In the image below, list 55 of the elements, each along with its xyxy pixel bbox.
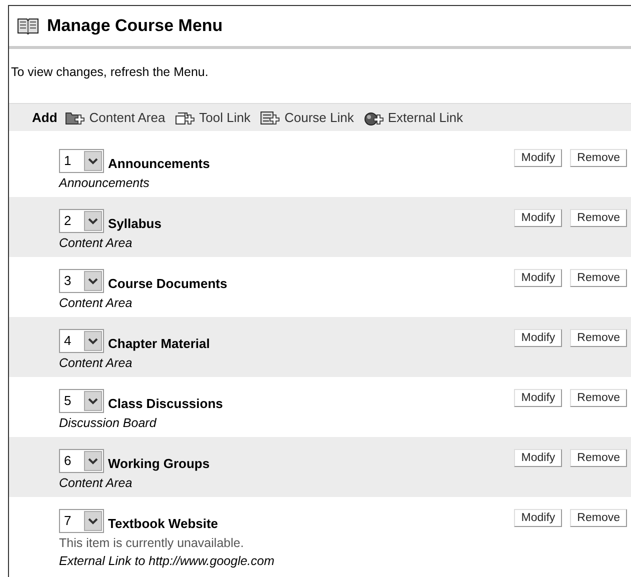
add-label: Add <box>32 108 58 127</box>
modify-button[interactable]: Modify <box>514 449 562 467</box>
modify-button[interactable]: Modify <box>514 329 562 347</box>
menu-item-type: Content Area <box>59 476 132 490</box>
remove-button[interactable]: Remove <box>570 209 627 227</box>
remove-button[interactable]: Remove <box>570 329 627 347</box>
chevron-down-icon <box>88 278 98 284</box>
menu-item-type: External Link to http://www.google.com <box>59 554 274 568</box>
menu-item-name: Working Groups <box>108 455 210 473</box>
menu-item-name: Syllabus <box>108 215 162 233</box>
position-dropdown[interactable]: 1 <box>59 149 104 173</box>
book-icon <box>17 17 39 35</box>
add-course-link[interactable]: Course Link <box>260 108 354 128</box>
menu-item-type: Content Area <box>59 236 132 250</box>
menu-item-name: Class Discussions <box>108 395 223 413</box>
chevron-down-icon <box>88 398 98 404</box>
remove-button[interactable]: Remove <box>570 149 627 167</box>
menu-item-type: Discussion Board <box>59 416 156 430</box>
modify-button[interactable]: Modify <box>514 269 562 287</box>
add-globe-link[interactable]: External Link <box>364 108 464 128</box>
chevron-down-icon <box>88 158 98 164</box>
remove-button[interactable]: Remove <box>570 269 627 287</box>
menu-item-type: Content Area <box>59 356 132 370</box>
remove-button[interactable]: Remove <box>570 389 627 407</box>
modify-button[interactable]: Modify <box>514 149 562 167</box>
position-dropdown[interactable]: 3 <box>59 269 104 293</box>
instruction-text: To view changes, refresh the Menu. <box>11 65 208 79</box>
modify-button[interactable]: Modify <box>514 389 562 407</box>
menu-item-type: Content Area <box>59 296 132 310</box>
menu-item-type: Announcements <box>59 176 150 190</box>
remove-button[interactable]: Remove <box>570 509 627 527</box>
position-dropdown[interactable]: 2 <box>59 209 104 233</box>
chevron-down-icon <box>88 518 98 524</box>
page-title: Manage Course Menu <box>47 15 223 38</box>
menu-item-name: Announcements <box>108 155 210 173</box>
menu-item-name: Chapter Material <box>108 335 210 353</box>
chevron-down-icon <box>88 338 98 344</box>
folder-plus-icon <box>65 110 86 126</box>
add-tool-link[interactable]: Tool Link <box>175 108 250 128</box>
position-dropdown[interactable]: 6 <box>59 449 104 473</box>
menu-item-name: Course Documents <box>108 275 228 293</box>
modify-button[interactable]: Modify <box>514 509 562 527</box>
document-plus-icon <box>260 110 280 126</box>
availability-note: This item is currently unavailable. <box>59 536 244 550</box>
position-dropdown[interactable]: 4 <box>59 329 104 353</box>
remove-button[interactable]: Remove <box>570 449 627 467</box>
chevron-down-icon <box>88 458 98 464</box>
modify-button[interactable]: Modify <box>514 209 562 227</box>
globe-plus-icon <box>364 110 384 126</box>
chevron-down-icon <box>88 218 98 224</box>
box-plus-icon <box>175 110 196 126</box>
add-folder-link[interactable]: Content Area <box>65 108 166 128</box>
menu-item-name: Textbook Website <box>108 515 218 533</box>
position-dropdown[interactable]: 7 <box>59 509 104 533</box>
position-dropdown[interactable]: 5 <box>59 389 104 413</box>
